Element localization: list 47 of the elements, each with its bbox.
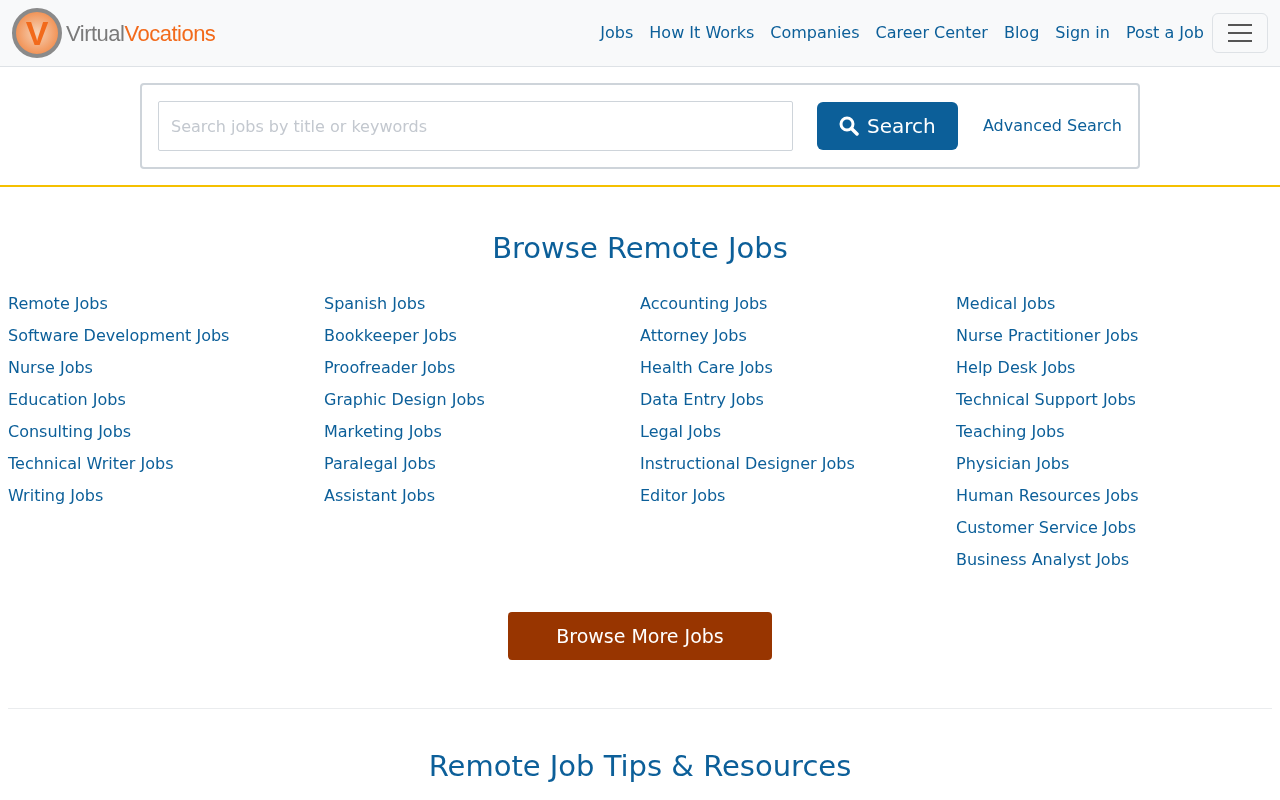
job-category-link[interactable]: Nurse Practitioner Jobs (956, 319, 1139, 352)
job-category-link[interactable]: Legal Jobs (640, 415, 721, 448)
job-category-link[interactable]: Editor Jobs (640, 479, 726, 512)
job-category-link[interactable]: Paralegal Jobs (324, 447, 436, 480)
job-category-link[interactable]: Physician Jobs (956, 447, 1070, 480)
job-category-link[interactable]: Attorney Jobs (640, 319, 747, 352)
nav-link[interactable]: How It Works (641, 21, 763, 45)
advanced-search-link[interactable]: Advanced Search (982, 114, 1122, 138)
job-category-link[interactable]: Remote Jobs (8, 287, 108, 320)
section-heading: Remote Job Tips & Resources (427, 748, 853, 784)
nav-link[interactable]: Career Center (867, 21, 996, 45)
menu-icon (1228, 24, 1252, 42)
job-category-link[interactable]: Bookkeeper Jobs (324, 319, 457, 352)
job-category-link[interactable]: Accounting Jobs (640, 287, 768, 320)
nav-link[interactable]: Blog (995, 21, 1048, 45)
job-category-link[interactable]: Teaching Jobs (956, 415, 1065, 448)
menu-toggle-button[interactable] (1212, 13, 1268, 53)
search-field[interactable]: Search jobs by title or keywords (158, 101, 793, 151)
browse-more-button[interactable]: Browse More Jobs (508, 611, 772, 660)
job-category-link[interactable]: Spanish Jobs (324, 287, 426, 320)
job-category-link[interactable]: Proofreader Jobs (324, 351, 456, 384)
search-button[interactable]: Search (817, 102, 958, 150)
job-category-link[interactable]: Technical Writer Jobs (8, 447, 174, 480)
job-category-link[interactable]: Writing Jobs (8, 479, 104, 512)
nav-link[interactable]: Companies (762, 21, 868, 45)
job-category-link[interactable]: Technical Support Jobs (956, 383, 1136, 416)
job-category-link[interactable]: Graphic Design Jobs (324, 383, 485, 416)
logo-wordmark[interactable]: VirtualVocations (66, 16, 216, 50)
nav-link[interactable]: Sign in (1047, 21, 1118, 45)
nav-link[interactable]: Jobs (592, 21, 642, 45)
job-category-link[interactable]: Medical Jobs (956, 287, 1056, 320)
job-category-link[interactable]: Human Resources Jobs (956, 479, 1139, 512)
job-category-link[interactable]: Marketing Jobs (324, 415, 442, 448)
nav-link[interactable]: Post a Job (1117, 21, 1212, 45)
job-category-link[interactable]: Customer Service Jobs (956, 511, 1137, 544)
job-category-link[interactable]: Instructional Designer Jobs (640, 447, 855, 480)
job-category-link[interactable]: Health Care Jobs (640, 351, 773, 384)
search-icon (839, 116, 859, 136)
job-category-link[interactable]: Software Development Jobs (8, 319, 230, 352)
job-category-link[interactable]: Consulting Jobs (8, 415, 132, 448)
job-category-link[interactable]: Education Jobs (8, 383, 126, 416)
job-category-link[interactable]: Help Desk Jobs (956, 351, 1076, 384)
job-category-link[interactable]: Data Entry Jobs (640, 383, 764, 416)
section-heading: Browse Remote Jobs (491, 231, 789, 266)
job-category-link[interactable]: Business Analyst Jobs (956, 543, 1130, 576)
job-category-link[interactable]: Nurse Jobs (8, 351, 93, 384)
job-category-link[interactable]: Assistant Jobs (324, 479, 435, 512)
